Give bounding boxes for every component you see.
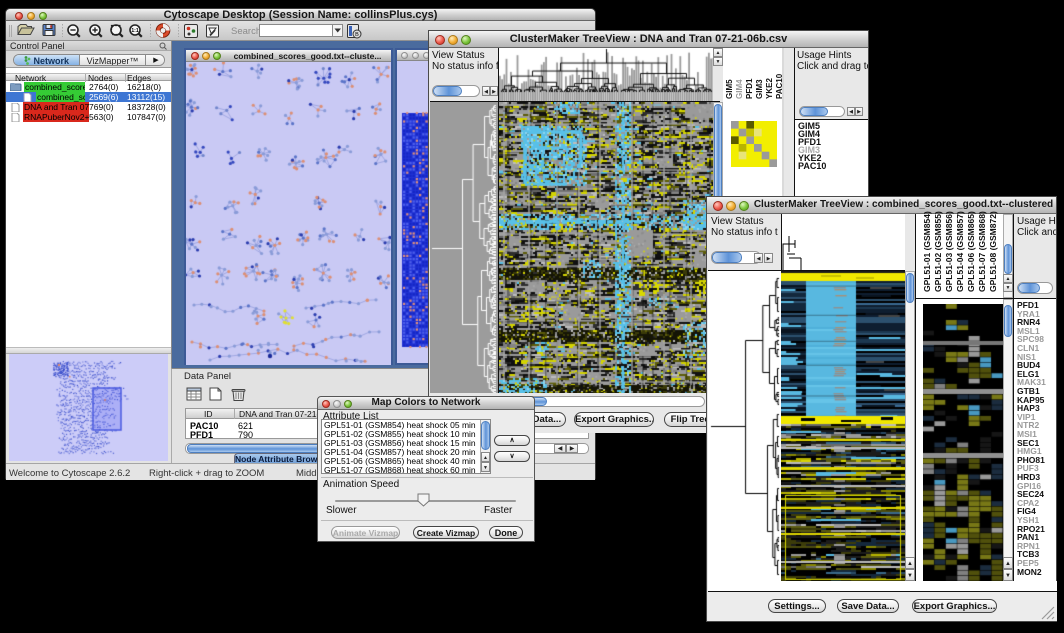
svg-text:B: B	[355, 32, 359, 38]
svg-text:1:1: 1:1	[131, 28, 138, 34]
svg-text:Search:: Search:	[231, 26, 264, 37]
